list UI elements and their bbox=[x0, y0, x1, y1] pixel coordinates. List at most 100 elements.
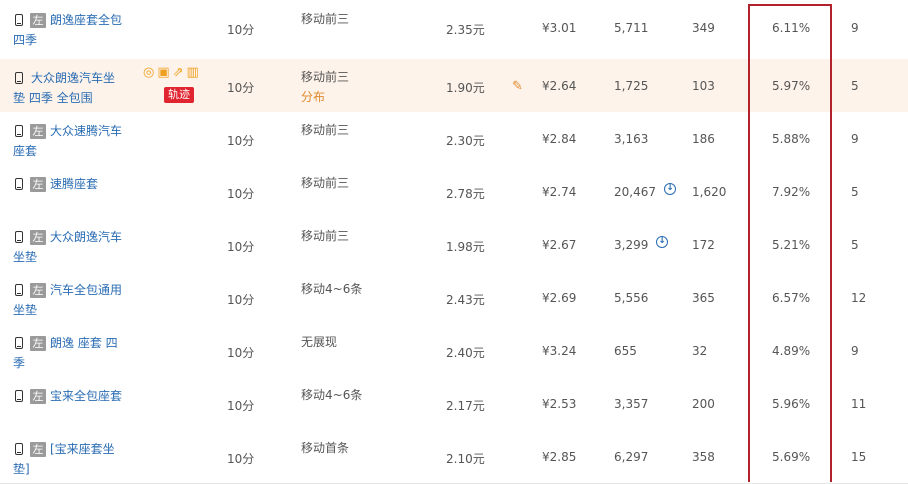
price-cell: ¥3.01 bbox=[542, 21, 577, 35]
ctr-cell: 7.92% bbox=[772, 185, 811, 199]
price-cell: ¥2.53 bbox=[542, 397, 577, 411]
score-cell: 5 bbox=[851, 238, 859, 252]
bid-cell[interactable]: 2.10元 bbox=[446, 450, 485, 467]
ctr-cell: 5.96% bbox=[772, 397, 811, 411]
table-row[interactable]: 左大众朗逸汽车坐垫 10分 移动前三 1.98元 ¥2.67 3,299 ↓ 172 5.21%… bbox=[0, 218, 908, 272]
keyword-link[interactable]: [宝来座套坐垫] bbox=[13, 439, 123, 479]
ctr-cell: 5.21% bbox=[772, 238, 811, 252]
impressions-cell: 1,725 bbox=[614, 79, 649, 93]
time-cell: 10分 bbox=[227, 452, 255, 466]
time-cell: 10分 bbox=[227, 293, 255, 307]
score-cell: 9 bbox=[851, 132, 859, 146]
download-icon[interactable]: ↓ bbox=[656, 236, 668, 248]
clicks-cell: 365 bbox=[692, 291, 715, 305]
clicks-cell: 200 bbox=[692, 397, 715, 411]
clicks-cell: 172 bbox=[692, 238, 715, 252]
rank-text: 移动前三 bbox=[301, 70, 350, 84]
keyword-link[interactable]: 宝来全包座套 bbox=[13, 386, 123, 406]
table-row[interactable]: 左汽车全包通用坐垫 10分 移动4~6条 2.43元 ¥2.69 5,556 365 6.57… bbox=[0, 271, 908, 325]
table-row[interactable]: 左 [宝来座套坐垫] 10分 移动首条 2.10元 ¥2.85 6,297 358 5.69% 1… bbox=[0, 430, 908, 484]
download-icon[interactable]: ↓ bbox=[664, 183, 676, 195]
bid-cell[interactable]: 2.17元 bbox=[446, 397, 485, 414]
ctr-cell: 5.88% bbox=[772, 132, 811, 146]
rank-cell: 移动前三 bbox=[301, 9, 349, 29]
clicks-cell: 186 bbox=[692, 132, 715, 146]
impressions-cell: 3,299 bbox=[614, 238, 649, 252]
row-action-icons[interactable]: ◎▣⇗▥ bbox=[143, 65, 202, 80]
keyword-link[interactable]: 汽车全包通用坐垫 bbox=[13, 280, 123, 320]
bid-cell[interactable]: 1.98元 bbox=[446, 238, 485, 255]
table-row[interactable]: 左宝来全包座套 10分 移动4~6条 2.17元 ¥2.53 3,357 200 5.96% 1… bbox=[0, 377, 908, 431]
keyword-link[interactable]: 朗逸座套全包 四季 bbox=[13, 10, 123, 50]
bid-cell[interactable]: 2.43元 bbox=[446, 291, 485, 308]
ctr-cell: 4.89% bbox=[772, 344, 811, 358]
time-cell: 10分 bbox=[227, 399, 255, 413]
rank-text: 移动4~6条 bbox=[301, 388, 363, 402]
score-cell: 5 bbox=[851, 79, 859, 93]
bid-cell[interactable]: 2.40元 bbox=[446, 344, 485, 361]
price-cell: ¥3.24 bbox=[542, 344, 577, 358]
price-cell: ¥2.74 bbox=[542, 185, 577, 199]
keyword-link[interactable]: 朗逸 座套 四季 bbox=[13, 333, 123, 373]
score-cell: 9 bbox=[851, 21, 859, 35]
impressions-cell: 3,163 bbox=[614, 132, 649, 146]
table-row[interactable]: 左大众速腾汽车座套 10分 移动前三 2.30元 ¥2.84 3,163 186 5.88% 9 bbox=[0, 112, 908, 166]
track-button[interactable]: 轨迹 bbox=[164, 87, 194, 103]
rank-cell: 移动首条 bbox=[301, 438, 349, 458]
table-row[interactable]: 左朗逸座套全包 四季 10分 移动前三 2.35元 ¥3.01 5,711 349 6.11%… bbox=[0, 0, 908, 60]
rank-cell: 移动前三 bbox=[301, 173, 349, 193]
clicks-cell: 32 bbox=[692, 344, 708, 358]
rank-text: 移动前三 bbox=[301, 12, 350, 26]
score-cell: 15 bbox=[851, 450, 867, 464]
rank-cell: 无展现 bbox=[301, 332, 337, 352]
bid-cell[interactable]: 2.35元 bbox=[446, 21, 485, 38]
bid-cell[interactable]: 2.78元 bbox=[446, 185, 485, 202]
time-cell: 10分 bbox=[227, 346, 255, 360]
table-row[interactable]: 左朗逸 座套 四季 10分 无展现 2.40元 ¥3.24 655 32 4.89% 9 bbox=[0, 324, 908, 378]
price-cell: ¥2.85 bbox=[542, 450, 577, 464]
distribution-link[interactable]: 分布 bbox=[301, 90, 325, 104]
keyword-link[interactable]: 大众朗逸汽车坐垫 bbox=[13, 227, 123, 267]
impressions-cell: 3,357 bbox=[614, 397, 649, 411]
rank-cell: 移动前三 bbox=[301, 226, 349, 246]
rank-cell: 移动4~6条 bbox=[301, 279, 362, 299]
rank-text: 移动前三 bbox=[301, 229, 350, 243]
rank-cell: 移动前三 bbox=[301, 120, 349, 140]
time-cell: 10分 bbox=[227, 134, 255, 148]
score-cell: 5 bbox=[851, 185, 859, 199]
time-cell: 10分 bbox=[227, 81, 255, 95]
score-cell: 12 bbox=[851, 291, 867, 305]
price-cell: ¥2.69 bbox=[542, 291, 577, 305]
clicks-cell: 349 bbox=[692, 21, 715, 35]
rank-text: 无展现 bbox=[301, 335, 338, 349]
price-cell: ¥2.64 bbox=[542, 79, 577, 93]
price-cell: ¥2.67 bbox=[542, 238, 577, 252]
time-cell: 10分 bbox=[227, 240, 255, 254]
ctr-cell: 5.69% bbox=[772, 450, 811, 464]
bid-cell[interactable]: 1.90元 bbox=[446, 79, 485, 96]
table-row[interactable]: 大众朗逸汽车坐垫 四季 全包围 ◎▣⇗▥ 轨迹 ✎ 10分 移动前三分布 1.90元 ¥2.6… bbox=[0, 59, 908, 113]
impressions-cell: 5,556 bbox=[614, 291, 649, 305]
rank-text: 移动首条 bbox=[301, 441, 350, 455]
rank-text: 移动前三 bbox=[301, 176, 350, 190]
keyword-link[interactable]: 速腾座套 bbox=[13, 174, 123, 194]
bid-cell[interactable]: 2.30元 bbox=[446, 132, 485, 149]
rank-text: 移动4~6条 bbox=[301, 282, 363, 296]
impressions-cell: 20,467 bbox=[614, 185, 656, 199]
time-cell: 10分 bbox=[227, 187, 255, 201]
price-cell: ¥2.84 bbox=[542, 132, 577, 146]
rank-cell: 移动前三 分布 bbox=[301, 67, 349, 107]
edit-pencil-icon[interactable]: ✎ bbox=[512, 79, 523, 94]
impressions-cell: 6,297 bbox=[614, 450, 649, 464]
keyword-link[interactable]: 大众速腾汽车座套 bbox=[13, 121, 123, 161]
clicks-cell: 103 bbox=[692, 79, 715, 93]
score-cell: 11 bbox=[851, 397, 867, 411]
keyword-link[interactable]: 大众朗逸汽车坐垫 四季 全包围 bbox=[13, 68, 123, 108]
impressions-cell: 655 bbox=[614, 344, 637, 358]
ctr-cell: 6.11% bbox=[772, 21, 811, 35]
time-cell: 10分 bbox=[227, 23, 255, 37]
table-row[interactable]: 左速腾座套 10分 移动前三 2.78元 ¥2.74 20,467 ↓ 1,620 7.92% 5 bbox=[0, 165, 908, 219]
score-cell: 9 bbox=[851, 344, 859, 358]
impressions-cell: 5,711 bbox=[614, 21, 649, 35]
clicks-cell: 1,620 bbox=[692, 185, 727, 199]
